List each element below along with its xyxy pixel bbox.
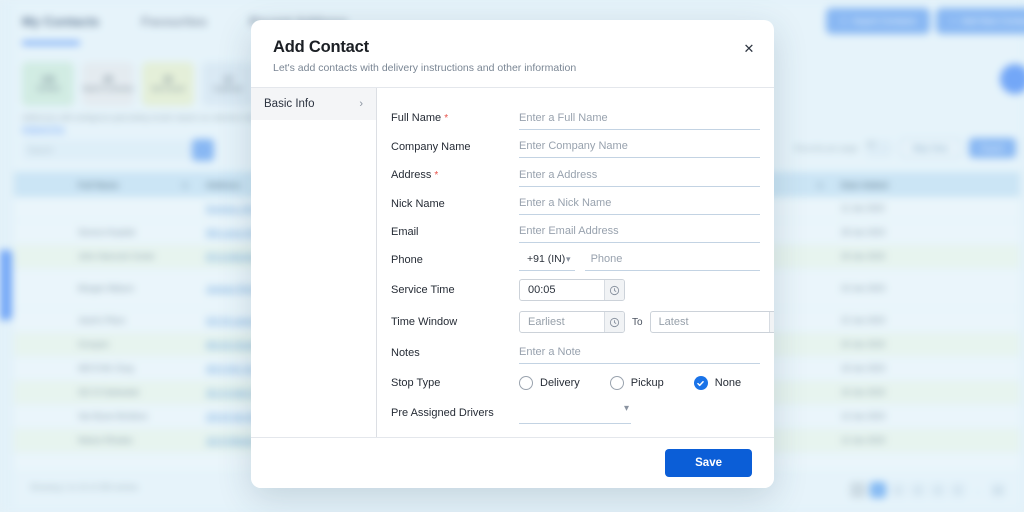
page-title: Add Contact xyxy=(273,38,369,56)
phone-controls: +91 (IN) ▾ xyxy=(519,249,760,271)
company-name-input[interactable] xyxy=(519,136,760,158)
clock-icon[interactable] xyxy=(768,312,774,332)
modal-footer: Save xyxy=(251,438,774,488)
modal-header: Add Contact Let's add contacts with deli… xyxy=(251,20,774,87)
country-code-value: +91 (IN) xyxy=(527,253,566,265)
radio-delivery[interactable]: Delivery xyxy=(519,376,580,390)
full-name-input[interactable] xyxy=(519,107,760,130)
stop-type-label: Stop Type xyxy=(391,377,441,389)
radio-label: Delivery xyxy=(540,377,580,389)
nick-name-label: Nick Name xyxy=(391,198,445,210)
label-text: Address xyxy=(391,169,432,181)
field-row-phone: Phone +91 (IN) ▾ xyxy=(391,246,760,274)
pre-assigned-drivers-select[interactable]: ▾ xyxy=(519,402,631,424)
clock-icon[interactable] xyxy=(604,280,624,300)
radio-checked-icon xyxy=(693,376,708,390)
required-asterisk: * xyxy=(444,113,449,124)
country-code-select[interactable]: +91 (IN) ▾ xyxy=(519,249,575,271)
service-time-input[interactable] xyxy=(520,280,604,300)
time-window-latest-input[interactable] xyxy=(650,312,769,332)
email-label: Email xyxy=(391,226,419,238)
field-row-notes: Notes xyxy=(391,338,760,368)
address-input[interactable] xyxy=(519,164,760,187)
full-name-label: Full Name * xyxy=(391,104,519,133)
radio-pickup[interactable]: Pickup xyxy=(609,376,664,390)
radio-circle-icon xyxy=(519,376,533,390)
chevron-down-icon: ▾ xyxy=(566,253,571,264)
chevron-right-icon: › xyxy=(359,98,363,110)
field-row-company-name: Company Name xyxy=(391,133,760,161)
required-asterisk: * xyxy=(434,170,439,181)
time-window-to-label: To xyxy=(632,316,643,328)
field-row-service-time: Service Time xyxy=(391,274,760,306)
add-contact-modal: Add Contact Let's add contacts with deli… xyxy=(251,20,774,488)
clock-icon[interactable] xyxy=(604,312,624,332)
sidebar-item-label: Basic Info xyxy=(264,98,315,110)
save-button[interactable]: Save xyxy=(665,449,752,477)
service-time-field[interactable] xyxy=(519,279,625,301)
nick-name-input[interactable] xyxy=(519,193,760,215)
pre-assigned-drivers-label: Pre Assigned Drivers xyxy=(391,407,494,419)
field-row-stop-type: Stop Type Delivery Pickup None xyxy=(391,368,760,398)
modal-body: Basic Info › Full Name * Company Name xyxy=(251,88,774,437)
field-row-full-name: Full Name * xyxy=(391,104,760,133)
radio-label: Pickup xyxy=(630,377,664,389)
basic-info-form: Full Name * Company Name Address * xyxy=(377,88,774,437)
phone-label: Phone xyxy=(391,254,423,266)
field-row-pre-assigned-drivers: Pre Assigned Drivers ▾ xyxy=(391,398,760,428)
radio-label: None xyxy=(714,377,742,389)
sidebar-item-basic-info[interactable]: Basic Info › xyxy=(251,88,376,120)
notes-label: Notes xyxy=(391,347,420,359)
field-row-address: Address * xyxy=(391,161,760,190)
phone-input[interactable] xyxy=(584,249,760,271)
time-window-earliest-input[interactable] xyxy=(520,312,604,332)
notes-input[interactable] xyxy=(519,342,760,364)
label-text: Full Name xyxy=(391,112,442,124)
close-icon[interactable]: ✕ xyxy=(740,40,758,58)
radio-none[interactable]: None xyxy=(693,376,742,390)
address-label: Address * xyxy=(391,161,519,190)
time-window-controls: To xyxy=(519,311,774,333)
chevron-down-icon: ▾ xyxy=(623,403,629,414)
radio-circle-icon xyxy=(609,376,624,390)
time-window-earliest-field[interactable] xyxy=(519,311,625,333)
company-name-label: Company Name xyxy=(391,141,471,153)
time-window-label: Time Window xyxy=(391,316,458,328)
field-row-nick-name: Nick Name xyxy=(391,190,760,218)
stop-type-radio-group: Delivery Pickup None xyxy=(519,376,771,390)
field-row-time-window: Time Window To xyxy=(391,306,774,338)
email-field[interactable] xyxy=(519,221,760,243)
modal-subtitle: Let's add contacts with delivery instruc… xyxy=(273,62,577,74)
modal-side-nav: Basic Info › xyxy=(251,88,377,437)
service-time-label: Service Time xyxy=(391,284,455,296)
field-row-email: Email xyxy=(391,218,760,246)
time-window-latest-field[interactable] xyxy=(649,311,774,333)
